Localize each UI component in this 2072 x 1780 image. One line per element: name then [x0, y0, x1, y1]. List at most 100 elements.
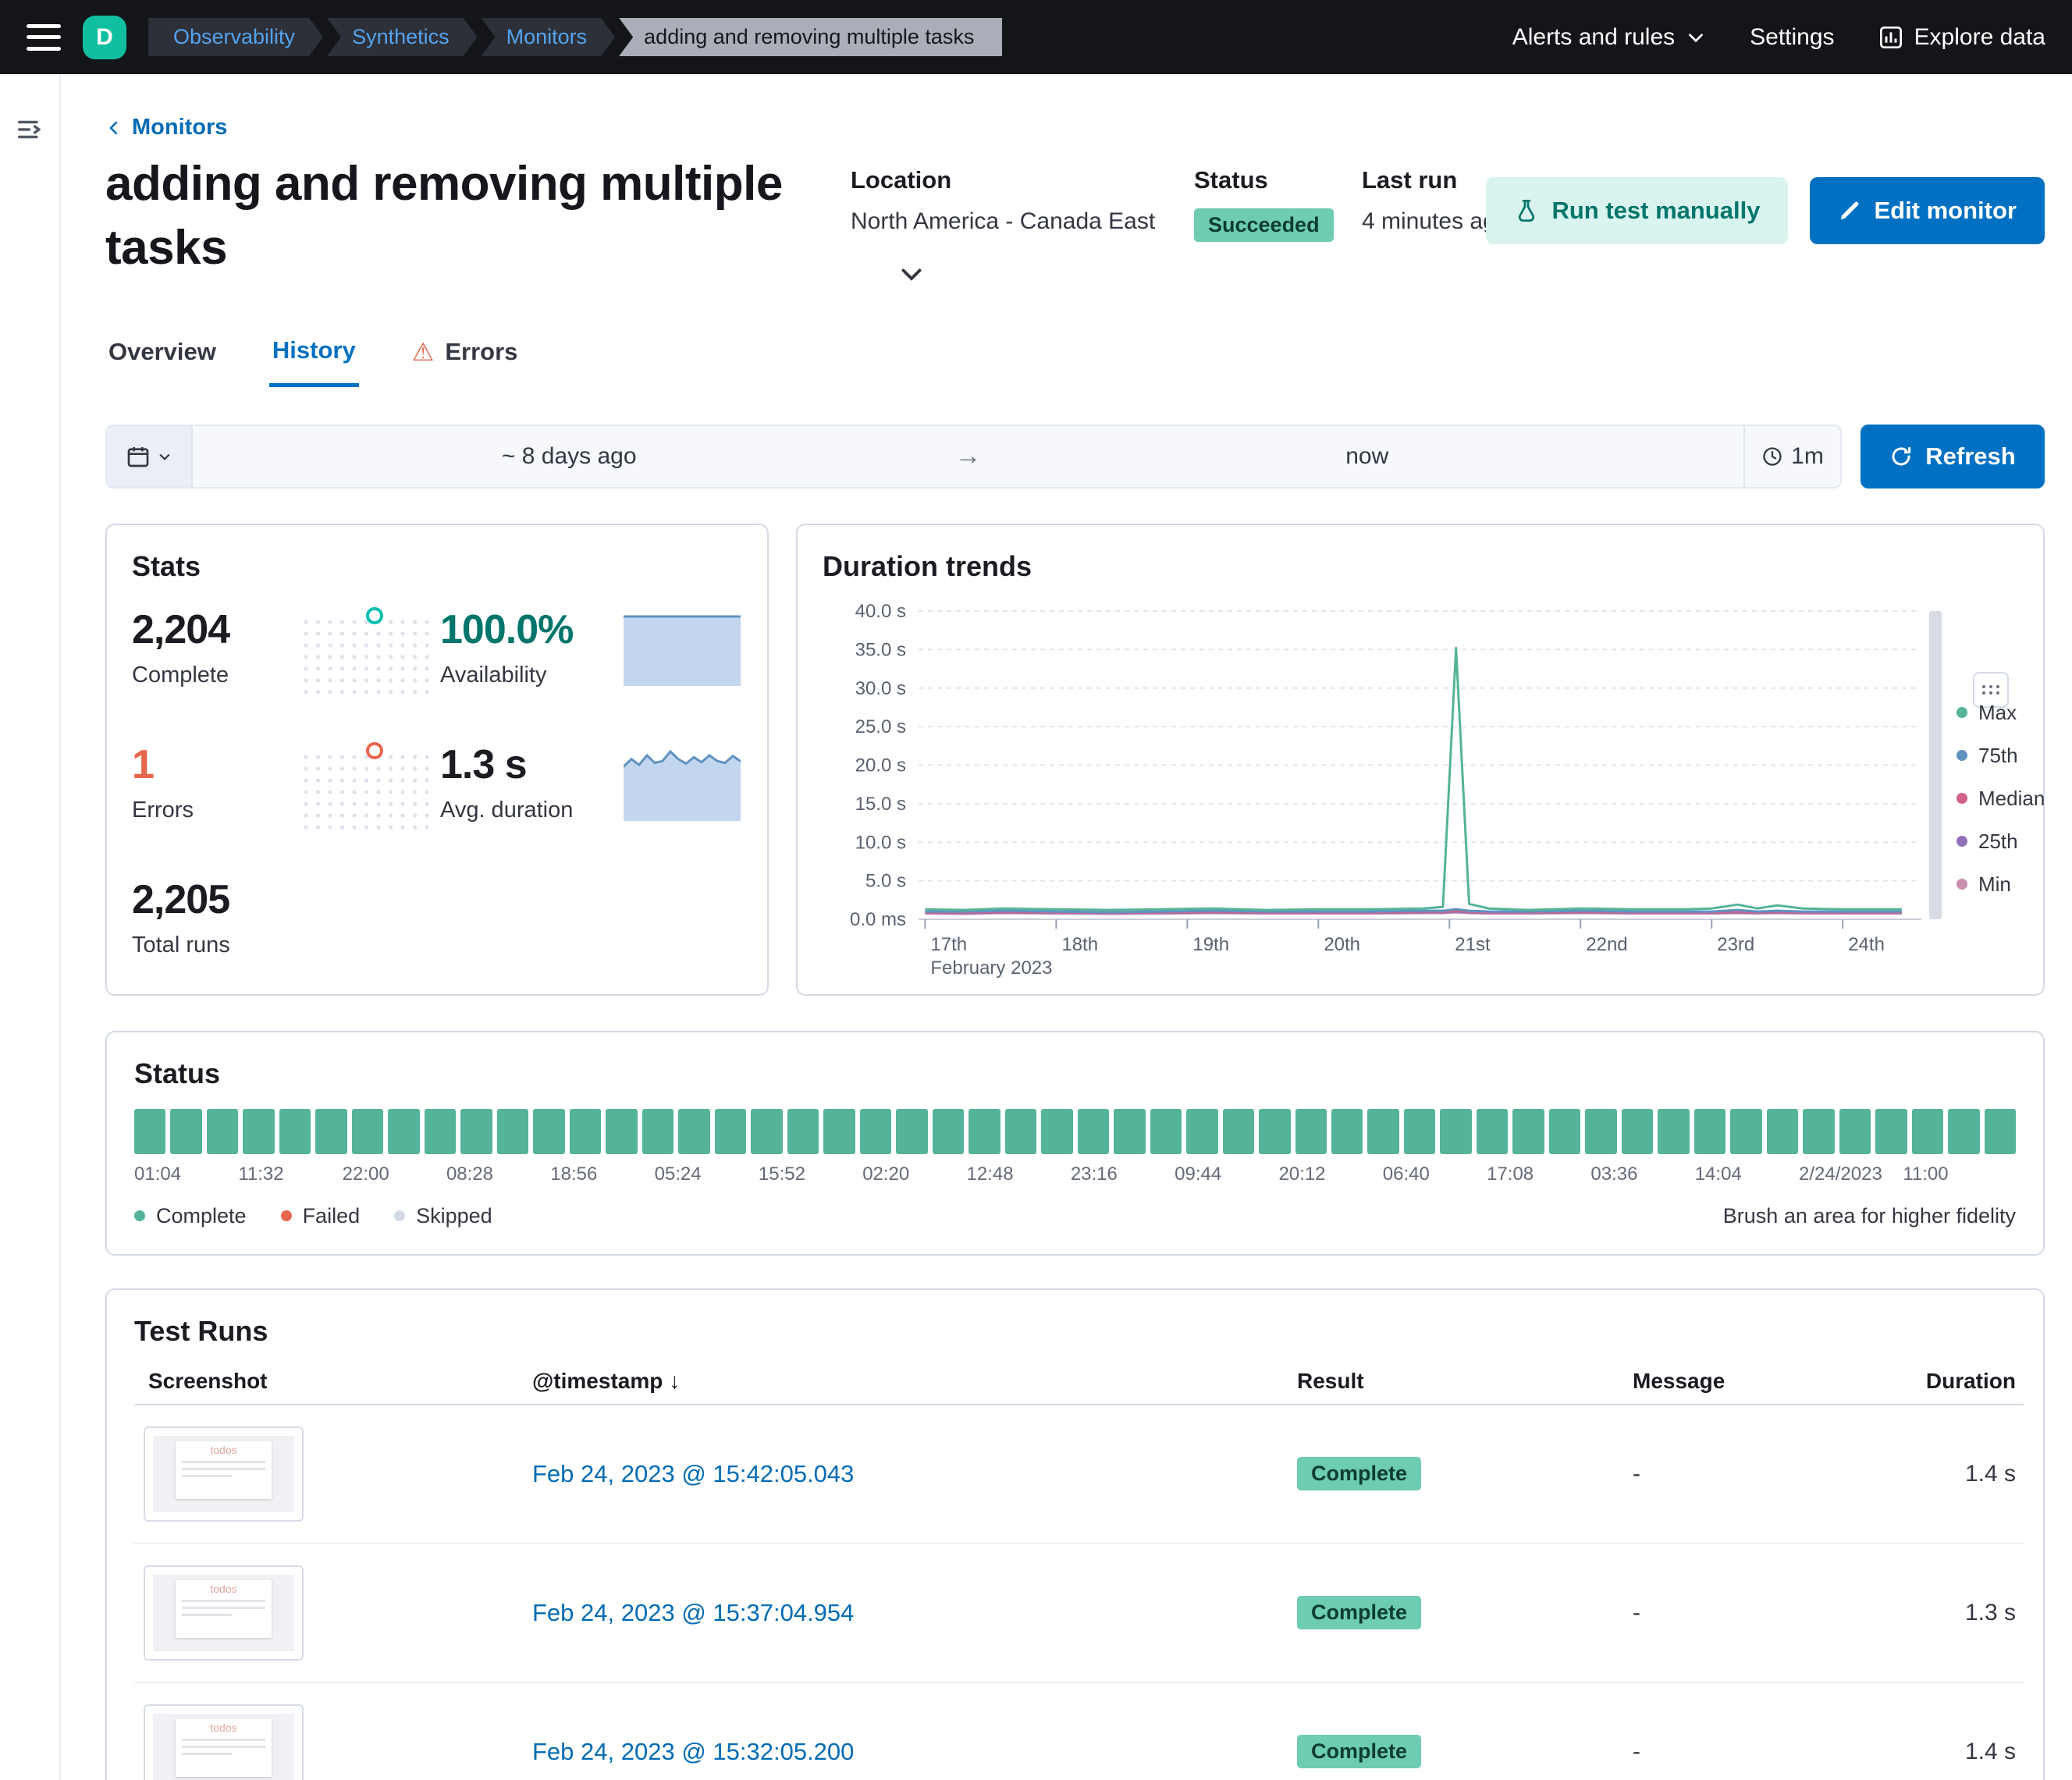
stat-total-runs: 2,205 Total runs	[132, 876, 300, 958]
test-runs-title: Test Runs	[134, 1315, 2024, 1348]
status-block[interactable]	[1223, 1109, 1254, 1154]
status-block[interactable]	[823, 1109, 855, 1154]
breadcrumb-synthetics[interactable]: Synthetics	[327, 18, 478, 56]
status-block[interactable]	[606, 1109, 637, 1154]
status-x-label: 05:24	[655, 1164, 702, 1185]
status-block[interactable]	[315, 1109, 347, 1154]
status-block[interactable]	[1549, 1109, 1580, 1154]
column-timestamp-sort[interactable]: @timestamp↓	[532, 1369, 1297, 1394]
availability-sparkline	[624, 606, 741, 690]
status-block[interactable]	[1259, 1109, 1290, 1154]
stat-complete-value: 2,204	[132, 606, 300, 653]
status-block[interactable]	[243, 1109, 274, 1154]
status-block[interactable]	[1767, 1109, 1798, 1154]
legend-item-median[interactable]: Median	[1956, 787, 2045, 811]
status-block[interactable]	[787, 1109, 819, 1154]
alerts-and-rules-label: Alerts and rules	[1512, 24, 1675, 51]
status-block[interactable]	[642, 1109, 673, 1154]
menu-icon[interactable]	[27, 24, 61, 51]
chevron-down-icon	[157, 449, 172, 464]
status-x-label: 08:28	[446, 1164, 493, 1185]
status-block[interactable]	[352, 1109, 383, 1154]
status-block[interactable]	[1622, 1109, 1653, 1154]
svg-text:20.0 s: 20.0 s	[855, 755, 906, 776]
status-block[interactable]	[388, 1109, 419, 1154]
status-block[interactable]	[1041, 1109, 1072, 1154]
status-block[interactable]	[533, 1109, 564, 1154]
status-block[interactable]	[460, 1109, 492, 1154]
status-block[interactable]	[1694, 1109, 1725, 1154]
status-block[interactable]	[1985, 1109, 2016, 1154]
screenshot-thumbnail[interactable]: todos	[144, 1704, 304, 1780]
run-test-manually-button[interactable]: Run test manually	[1486, 177, 1788, 244]
status-block[interactable]	[715, 1109, 746, 1154]
status-block[interactable]	[1658, 1109, 1689, 1154]
refresh-interval-button[interactable]: 1m	[1743, 426, 1840, 487]
calendar-menu-button[interactable]	[107, 426, 193, 487]
date-range-end[interactable]: now	[991, 426, 1744, 487]
date-range-start[interactable]: ~ 8 days ago	[193, 426, 946, 487]
legend-item-25th[interactable]: 25th	[1956, 830, 2045, 854]
status-block[interactable]	[1150, 1109, 1182, 1154]
refresh-button[interactable]: Refresh	[1861, 425, 2045, 489]
main-content: Monitors adding and removing multiple ta…	[61, 74, 2072, 1780]
screenshot-thumbnail[interactable]: todos	[144, 1565, 304, 1661]
app-root: D Observability Synthetics Monitors addi…	[0, 0, 2072, 1780]
expand-sidebar-icon[interactable]	[16, 115, 45, 147]
settings-link[interactable]: Settings	[1750, 24, 1834, 51]
status-block[interactable]	[1005, 1109, 1036, 1154]
collapse-header-chevron-icon[interactable]	[897, 260, 926, 290]
status-block[interactable]	[1477, 1109, 1508, 1154]
status-block[interactable]	[170, 1109, 201, 1154]
status-block[interactable]	[1839, 1109, 1871, 1154]
test-run-timestamp-link[interactable]: Feb 24, 2023 @ 15:37:04.954	[532, 1599, 1297, 1627]
status-block[interactable]	[207, 1109, 238, 1154]
status-block[interactable]	[933, 1109, 964, 1154]
status-block[interactable]	[279, 1109, 311, 1154]
legend-item-min[interactable]: Min	[1956, 872, 2045, 897]
status-block[interactable]	[751, 1109, 782, 1154]
status-block[interactable]	[1912, 1109, 1943, 1154]
explore-data-link[interactable]: Explore data	[1878, 24, 2045, 51]
duration-trends-chart[interactable]: 0.0 ms5.0 s10.0 s15.0 s20.0 s25.0 s30.0 …	[821, 595, 1953, 986]
status-block[interactable]	[1875, 1109, 1907, 1154]
tab-errors[interactable]: ⚠ Errors	[409, 336, 521, 387]
breadcrumb-monitors[interactable]: Monitors	[482, 18, 616, 56]
legend-item-max[interactable]: Max	[1956, 701, 2045, 725]
test-run-timestamp-link[interactable]: Feb 24, 2023 @ 15:32:05.200	[532, 1738, 1297, 1766]
status-block[interactable]	[860, 1109, 891, 1154]
status-heatmap[interactable]	[134, 1109, 2016, 1154]
status-block[interactable]	[1730, 1109, 1761, 1154]
back-to-monitors-link[interactable]: Monitors	[105, 115, 227, 140]
status-block[interactable]	[1367, 1109, 1399, 1154]
tab-overview[interactable]: Overview	[105, 336, 219, 387]
test-run-timestamp-link[interactable]: Feb 24, 2023 @ 15:42:05.043	[532, 1460, 1297, 1488]
status-block[interactable]	[1186, 1109, 1217, 1154]
status-block[interactable]	[425, 1109, 456, 1154]
status-block[interactable]	[1803, 1109, 1834, 1154]
status-block[interactable]	[1078, 1109, 1109, 1154]
svg-text:21st: 21st	[1455, 934, 1491, 955]
status-block[interactable]	[497, 1109, 528, 1154]
avatar[interactable]: D	[83, 16, 126, 59]
legend-item-75th[interactable]: 75th	[1956, 744, 2045, 768]
status-block[interactable]	[1404, 1109, 1435, 1154]
status-block[interactable]	[1585, 1109, 1616, 1154]
status-block[interactable]	[896, 1109, 927, 1154]
alerts-and-rules-menu[interactable]: Alerts and rules	[1512, 24, 1706, 51]
status-block[interactable]	[968, 1109, 1000, 1154]
status-block[interactable]	[1512, 1109, 1544, 1154]
legend-item-skipped: Skipped	[394, 1204, 492, 1228]
status-block[interactable]	[1948, 1109, 1979, 1154]
breadcrumb-observability[interactable]: Observability	[148, 18, 323, 56]
status-block[interactable]	[134, 1109, 165, 1154]
status-block[interactable]	[1114, 1109, 1145, 1154]
status-block[interactable]	[678, 1109, 709, 1154]
status-block[interactable]	[570, 1109, 601, 1154]
edit-monitor-button[interactable]: Edit monitor	[1810, 177, 2045, 244]
tab-history[interactable]: History	[269, 336, 359, 387]
status-block[interactable]	[1331, 1109, 1363, 1154]
status-block[interactable]	[1440, 1109, 1471, 1154]
status-block[interactable]	[1295, 1109, 1327, 1154]
screenshot-thumbnail[interactable]: todos	[144, 1426, 304, 1522]
